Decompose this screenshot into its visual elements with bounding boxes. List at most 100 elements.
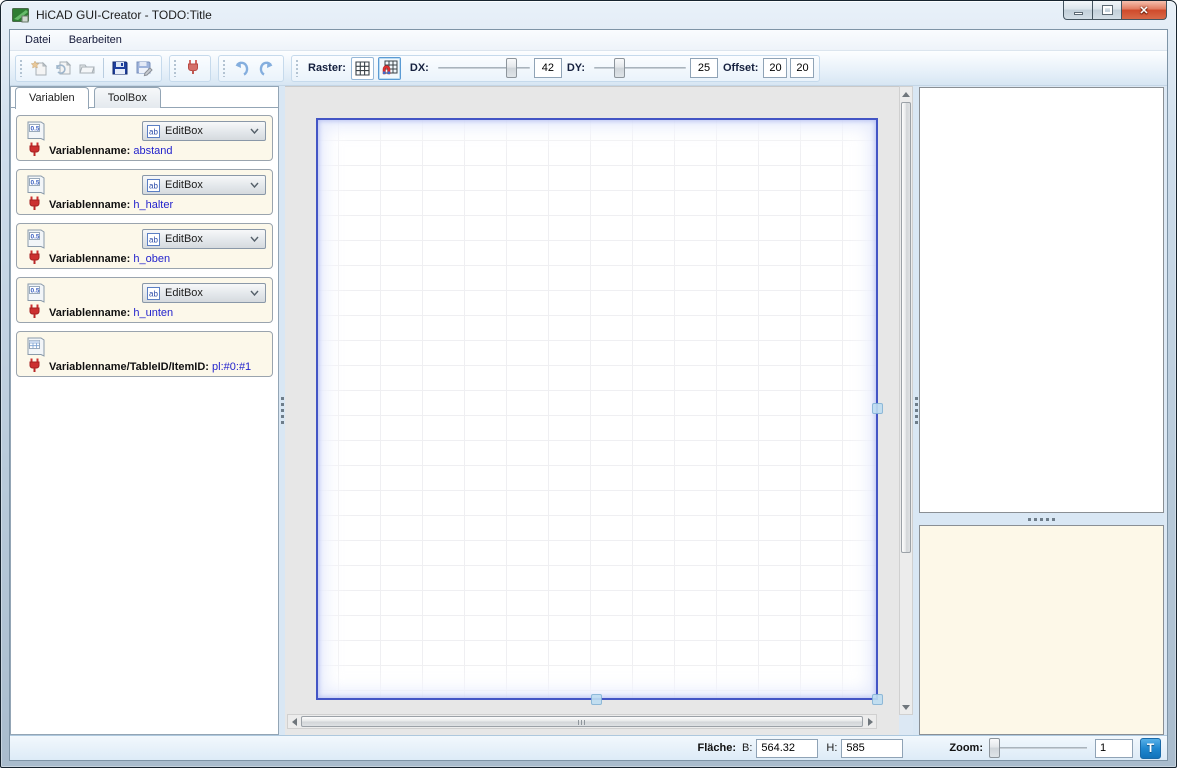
maximize-button[interactable] [1093, 1, 1122, 20]
dx-slider[interactable] [438, 58, 530, 78]
minimize-icon [1074, 12, 1083, 15]
plug-icon [28, 304, 41, 321]
horizontal-scroll-thumb[interactable] [301, 716, 863, 727]
minimize-button[interactable] [1063, 1, 1093, 20]
grid-icon [355, 61, 370, 76]
variable-card[interactable]: 0.5 ab EditBox [16, 223, 273, 269]
preview-panel-bottom[interactable] [919, 525, 1164, 735]
save-as-button[interactable] [132, 56, 156, 80]
preview-splitter[interactable] [919, 513, 1164, 525]
open-file-button[interactable] [75, 56, 99, 80]
grid-snap-toggle-button[interactable] [378, 57, 401, 80]
resize-handle-bottom[interactable] [591, 694, 602, 705]
scroll-up-arrow[interactable] [900, 87, 912, 101]
svg-text:ab: ab [149, 181, 158, 190]
dy-slider[interactable] [594, 58, 686, 78]
status-bar: Fläche: B: H: Zoom: T [10, 735, 1167, 760]
undo-button[interactable] [230, 56, 254, 80]
variable-card[interactable]: 0.5 ab EditBox [16, 169, 273, 215]
client-area: Datei Bearbeiten [9, 29, 1168, 761]
zoom-slider[interactable] [989, 738, 1089, 758]
undo-icon [232, 59, 252, 77]
grid-snap-icon [381, 60, 398, 76]
zoom-label: Zoom: [949, 742, 983, 754]
dx-slider-thumb[interactable] [506, 58, 517, 78]
tab-variablen[interactable]: Variablen [15, 87, 89, 109]
redo-button[interactable] [254, 56, 278, 80]
variable-card[interactable]: 0.5 ab EditBox [16, 115, 273, 161]
scroll-left-arrow[interactable] [288, 715, 300, 728]
raster-label: Raster: [308, 62, 346, 74]
table-doc-icon [26, 337, 46, 358]
control-type-dropdown[interactable]: ab EditBox [142, 229, 266, 249]
variable-card[interactable]: 0.5 ab EditBox [16, 277, 273, 323]
svg-text:0.5: 0.5 [31, 126, 40, 133]
offset-y-input[interactable] [790, 58, 814, 78]
zoom-slider-thumb[interactable] [989, 738, 1000, 758]
scroll-right-arrow[interactable] [864, 715, 876, 728]
canvas-horizontal-scrollbar[interactable] [287, 714, 877, 729]
variable-name-value: h_unten [133, 307, 173, 319]
toolbar-grip[interactable] [222, 60, 226, 77]
editbox-ab-icon: ab [147, 125, 160, 138]
area-width-input[interactable] [756, 739, 818, 758]
new-file-button[interactable] [27, 56, 51, 80]
app-window: HiCAD GUI-Creator - TODO:Title ✕ Datei B… [0, 0, 1177, 768]
dx-input[interactable] [534, 58, 562, 78]
dx-label: DX: [410, 62, 429, 74]
dy-label: DY: [567, 62, 585, 74]
toolbar-grip[interactable] [173, 60, 177, 77]
area-height-input[interactable] [841, 739, 903, 758]
grid-toggle-button[interactable] [351, 57, 374, 80]
resize-handle-right[interactable] [872, 403, 883, 414]
dy-slider-thumb[interactable] [614, 58, 625, 78]
toolbar-grip[interactable] [19, 60, 23, 77]
offset-label: Offset: [723, 62, 758, 74]
save-button[interactable] [108, 56, 132, 80]
dy-input[interactable] [690, 58, 718, 78]
control-type-dropdown[interactable]: ab EditBox [142, 175, 266, 195]
reload-file-button[interactable] [51, 56, 75, 80]
panel-tabbar: Variablen ToolBox [11, 87, 278, 108]
design-canvas[interactable] [285, 86, 899, 735]
toolbar-grip[interactable] [295, 60, 299, 77]
splitter-grip-dots [1028, 517, 1056, 521]
preview-panel-top[interactable] [919, 87, 1164, 513]
table-variable-value: pl:#0:#1 [212, 361, 251, 373]
variable-name-value: h_halter [133, 199, 173, 211]
main-area: Variablen ToolBox 0.5 ab [10, 86, 1167, 735]
resize-handle-corner[interactable] [872, 694, 883, 705]
editbox-ab-icon: ab [147, 287, 160, 300]
open-folder-icon [78, 59, 96, 77]
vertical-scroll-thumb[interactable] [901, 102, 911, 553]
scroll-thumb-grip [578, 720, 586, 725]
offset-x-input[interactable] [763, 58, 787, 78]
canvas-vertical-scrollbar[interactable] [899, 86, 913, 715]
control-type-value: EditBox [165, 287, 250, 299]
toolbar-separator [103, 58, 104, 78]
control-type-dropdown[interactable]: ab EditBox [142, 283, 266, 303]
control-type-value: EditBox [165, 179, 250, 191]
scroll-down-arrow[interactable] [900, 700, 912, 714]
connect-variable-button[interactable] [181, 56, 205, 80]
variables-panel: Variablen ToolBox 0.5 ab [10, 86, 279, 735]
text-tool-button[interactable]: T [1140, 738, 1161, 759]
plug-icon [28, 358, 41, 375]
title-bar[interactable]: HiCAD GUI-Creator - TODO:Title ✕ [1, 1, 1176, 29]
table-variable-card[interactable]: Variablenname/TableID/ItemID: pl:#0:#1 [16, 331, 273, 377]
zoom-value-input[interactable] [1095, 739, 1133, 758]
save-icon [111, 59, 129, 77]
menu-bearbeiten[interactable]: Bearbeiten [60, 31, 131, 49]
svg-text:0.5: 0.5 [31, 288, 40, 295]
variable-name-value: abstand [133, 145, 172, 157]
toolbar-group-undo [218, 55, 284, 82]
tab-toolbox[interactable]: ToolBox [94, 87, 161, 108]
menu-datei[interactable]: Datei [16, 31, 60, 49]
close-button[interactable]: ✕ [1122, 1, 1167, 20]
menu-bar: Datei Bearbeiten [10, 30, 1167, 51]
numeric-doc-icon: 0.5 [26, 283, 46, 304]
control-type-dropdown[interactable]: ab EditBox [142, 121, 266, 141]
form-design-surface[interactable] [316, 118, 878, 700]
numeric-doc-icon: 0.5 [26, 229, 46, 250]
variable-name-value: h_oben [133, 253, 170, 265]
